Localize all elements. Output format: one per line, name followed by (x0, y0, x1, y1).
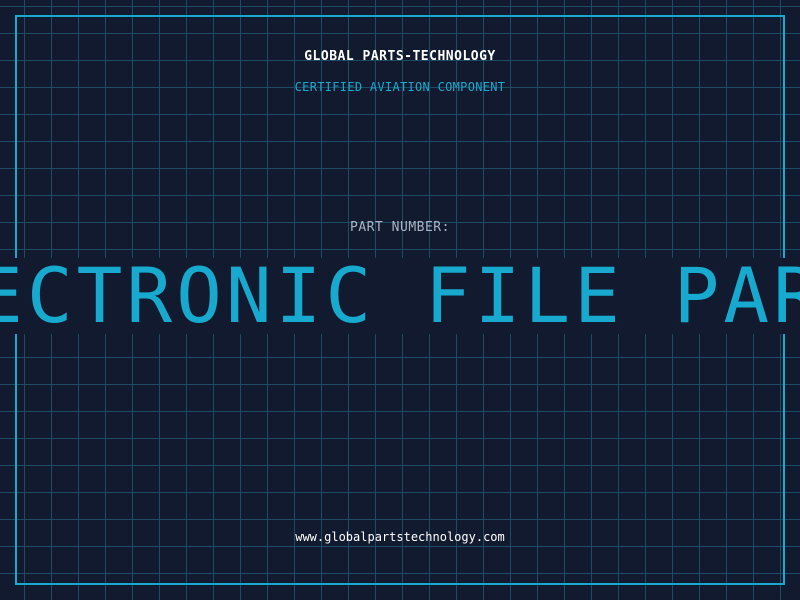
website-url: www.globalpartstechnology.com (295, 530, 505, 544)
certificate-canvas: GLOBAL PARTS-TECHNOLOGY CERTIFIED AVIATI… (0, 0, 800, 600)
part-number-label: PART NUMBER: (350, 220, 450, 235)
company-name: GLOBAL PARTS-TECHNOLOGY (304, 49, 496, 64)
tagline: CERTIFIED AVIATION COMPONENT (294, 80, 506, 94)
part-number-value: ELECTRONIC FILE PARTS (0, 258, 800, 334)
part-number-band: ELECTRONIC FILE PARTS (0, 258, 800, 334)
